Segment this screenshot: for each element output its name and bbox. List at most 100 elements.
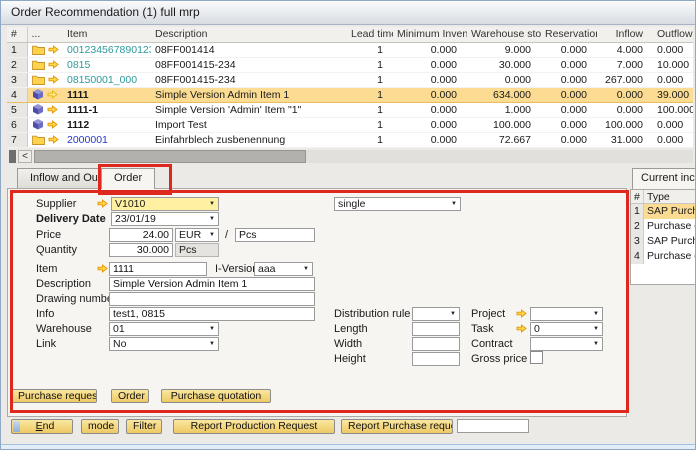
report-production-request-button[interactable]: Report Production Request	[173, 419, 335, 434]
filter-button[interactable]: Filter	[126, 419, 162, 434]
table-row[interactable]: 7 2000001 Einfahrblech zusbenennung 1 0.…	[7, 132, 693, 147]
report-purchase-request-button[interactable]: Report Purchase request	[341, 419, 453, 434]
link-arrow-icon[interactable]	[48, 60, 59, 69]
link-arrow-icon[interactable]	[47, 105, 58, 114]
incoming-type: SAP Purchase Order	[644, 234, 696, 249]
order-mode-combo[interactable]: single▼	[334, 197, 461, 211]
item-input[interactable]	[109, 262, 207, 276]
warehouse-stock-value: 1.000	[467, 102, 541, 117]
end-button[interactable]: End	[11, 419, 73, 434]
minimum-inventory-value: 0.000	[393, 102, 467, 117]
bottom-text-field[interactable]	[457, 419, 529, 433]
link-arrow-icon[interactable]	[47, 90, 58, 99]
task-label: Task	[471, 323, 494, 336]
table-row[interactable]: 3 08150001_000 08FF001415-234 1 0.000 0.…	[7, 72, 693, 87]
warehouse-combo[interactable]: 01▼	[109, 322, 219, 336]
link-combo[interactable]: No▼	[109, 337, 219, 351]
table-row[interactable]: 1 0012345678901234567901 08FF001414 1 0.…	[7, 42, 693, 57]
width-input[interactable]	[412, 337, 460, 351]
price-uom-input[interactable]	[235, 228, 315, 242]
quantity-input[interactable]	[109, 243, 173, 257]
folder-icon	[32, 45, 45, 55]
inflow-value: 100.000	[597, 117, 653, 132]
minimum-inventory-value: 0.000	[393, 87, 467, 102]
item-code-link[interactable]: 08150001_000	[63, 72, 151, 87]
task-combo[interactable]: 0▼	[530, 322, 603, 336]
link-arrow-icon[interactable]	[48, 135, 59, 144]
info-input[interactable]	[109, 307, 315, 321]
width-label: Width	[334, 338, 362, 351]
item-code-link[interactable]: 1111	[63, 87, 151, 102]
lead-time-value: 1	[347, 42, 393, 57]
minimum-inventory-value: 0.000	[393, 42, 467, 57]
end-button-label: End	[36, 420, 55, 432]
warehouse-stock-value: 100.000	[467, 117, 541, 132]
col-header-dots: ...	[27, 27, 63, 42]
description-input[interactable]	[109, 277, 315, 291]
currency-combo[interactable]: EUR▼	[175, 228, 219, 242]
link-arrow-icon[interactable]	[97, 264, 109, 274]
delivery-date-label: Delivery Date	[36, 213, 106, 226]
link-arrow-icon[interactable]	[97, 199, 109, 209]
item-code-link[interactable]: 2000001	[63, 132, 151, 147]
list-item[interactable]: 3 SAP Purchase Order	[631, 234, 696, 249]
filter-button-label: Filter	[133, 420, 156, 432]
default-button-indicator	[13, 421, 20, 432]
distribution-rule-combo[interactable]: ▼	[412, 307, 460, 321]
scrollbar-thumb[interactable]	[34, 150, 306, 163]
chevron-down-icon: ▼	[593, 341, 599, 347]
length-input[interactable]	[412, 322, 460, 336]
lead-time-value: 1	[347, 72, 393, 87]
table-row[interactable]: 6 1112 Import Test 1 0.000 100.000 0.000…	[7, 117, 693, 132]
row-number: 6	[7, 117, 27, 132]
link-arrow-icon[interactable]	[516, 309, 528, 319]
link-arrow-icon[interactable]	[516, 324, 528, 334]
mode-button[interactable]: mode	[81, 419, 119, 434]
link-arrow-icon[interactable]	[47, 120, 58, 129]
lead-time-value: 1	[347, 102, 393, 117]
drawing-number-input[interactable]	[109, 292, 315, 306]
purchase-request-button[interactable]: Purchase request	[11, 389, 97, 403]
info-label: Info	[36, 308, 54, 321]
incoming-type: Purchase order	[644, 249, 696, 264]
warehouse-stock-value: 634.000	[467, 87, 541, 102]
item-description: Simple Version 'Admin' Item "1"	[151, 102, 347, 117]
height-input[interactable]	[412, 352, 460, 366]
scroll-left-button[interactable]: <	[18, 150, 32, 163]
table-row-selected[interactable]: 4 1111 Simple Version Admin Item 1 1 0.0…	[7, 87, 693, 102]
chevron-down-icon: ▼	[209, 201, 215, 207]
list-item[interactable]: 2 Purchase order	[631, 219, 696, 234]
col-header-type: Type	[644, 190, 696, 203]
iversion-combo[interactable]: aaa▼	[254, 262, 313, 276]
link-arrow-icon[interactable]	[48, 45, 59, 54]
lead-time-value: 1	[347, 132, 393, 147]
window-title: Order Recommendation (1) full mrp	[11, 5, 200, 19]
table-row[interactable]: 2 0815 08FF001415-234 1 0.000 30.000 0.0…	[7, 57, 693, 72]
item-code-link[interactable]: 1111-1	[63, 102, 151, 117]
quantity-label: Quantity	[36, 244, 77, 257]
gross-price-checkbox[interactable]	[530, 351, 543, 364]
outflow-value: 0.000	[653, 42, 693, 57]
table-row[interactable]: 5 1111-1 Simple Version 'Admin' Item "1"…	[7, 102, 693, 117]
iversion-label: I-Version	[215, 263, 258, 276]
purchase-quotation-button[interactable]: Purchase quotation	[161, 389, 271, 403]
supplier-label: Supplier	[36, 198, 76, 211]
list-item[interactable]: 4 Purchase order	[631, 249, 696, 264]
item-description: 08FF001415-234	[151, 72, 347, 87]
horizontal-scrollbar[interactable]	[34, 150, 693, 163]
order-button[interactable]: Order	[111, 389, 149, 403]
delivery-date-combo[interactable]: 23/01/19▼	[111, 212, 219, 226]
item-code-link[interactable]: 0815	[63, 57, 151, 72]
link-arrow-icon[interactable]	[48, 75, 59, 84]
price-input[interactable]	[109, 228, 173, 242]
supplier-combo[interactable]: V1010▼	[111, 197, 219, 211]
item-code-link[interactable]: 1112	[63, 117, 151, 132]
splitter-handle[interactable]	[9, 150, 16, 163]
tab-order[interactable]: Order	[101, 168, 155, 189]
tab-current-incoming[interactable]: Current incoming	[632, 168, 696, 189]
project-combo[interactable]: ▼	[530, 307, 603, 321]
item-code-link[interactable]: 0012345678901234567901	[63, 42, 151, 57]
contract-combo[interactable]: ▼	[530, 337, 603, 351]
outflow-value: 0.000	[653, 117, 693, 132]
list-item[interactable]: 1 SAP Purchase Order	[631, 204, 696, 219]
